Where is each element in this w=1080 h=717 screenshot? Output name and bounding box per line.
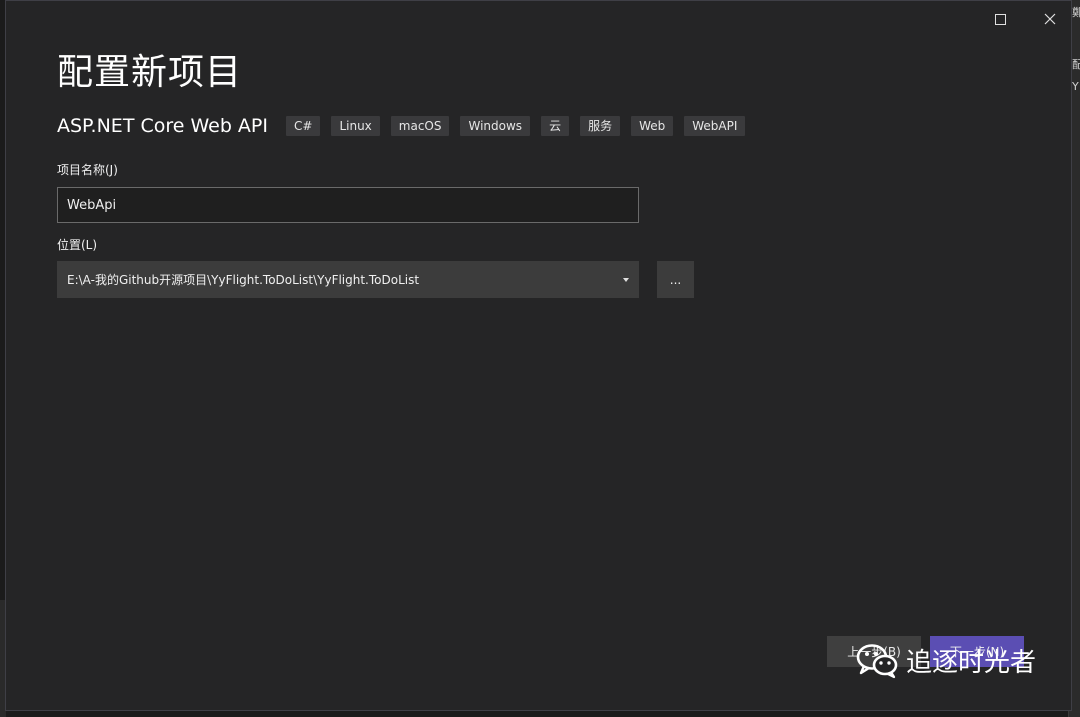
background-char: 鄭 [1072, 6, 1080, 19]
project-name-label: 项目名称(J) [57, 163, 118, 177]
background-char: 配 [1072, 58, 1080, 71]
browse-button[interactable]: ... [657, 261, 694, 298]
maximize-icon [994, 13, 1006, 25]
watermark: 追逐时光者 [856, 642, 1036, 679]
tag-webapi: WebAPI [684, 116, 746, 136]
location-label: 位置(L) [57, 238, 98, 252]
location-dropdown[interactable]: E:\A-我的Github开源项目\YyFlight.ToDoList\YyFl… [57, 261, 639, 298]
chevron-down-icon[interactable] [623, 277, 629, 282]
project-name-field[interactable] [57, 187, 639, 223]
close-icon [1044, 13, 1056, 25]
tag-linux: Linux [331, 116, 380, 136]
tag-csharp: C# [286, 116, 321, 136]
tag-service: 服务 [580, 116, 621, 136]
template-header: ASP.NET Core Web API C# Linux macOS Wind… [57, 115, 756, 137]
tag-cloud: 云 [541, 116, 570, 136]
configure-project-dialog: 配置新项目 ASP.NET Core Web API C# Linux macO… [5, 0, 1072, 711]
background-char: Y [1072, 80, 1079, 93]
wechat-icon [856, 643, 898, 678]
location-value: E:\A-我的Github开源项目\YyFlight.ToDoList\YyFl… [67, 273, 420, 287]
tag-macos: macOS [390, 116, 450, 136]
template-name: ASP.NET Core Web API [57, 115, 268, 137]
project-name-input[interactable] [67, 197, 629, 213]
tag-windows: Windows [460, 116, 531, 136]
maximize-button[interactable] [986, 7, 1014, 31]
page-title: 配置新项目 [57, 52, 243, 93]
watermark-text: 追逐时光者 [906, 648, 1037, 678]
close-button[interactable] [1036, 7, 1064, 31]
tag-web: Web [631, 116, 674, 136]
